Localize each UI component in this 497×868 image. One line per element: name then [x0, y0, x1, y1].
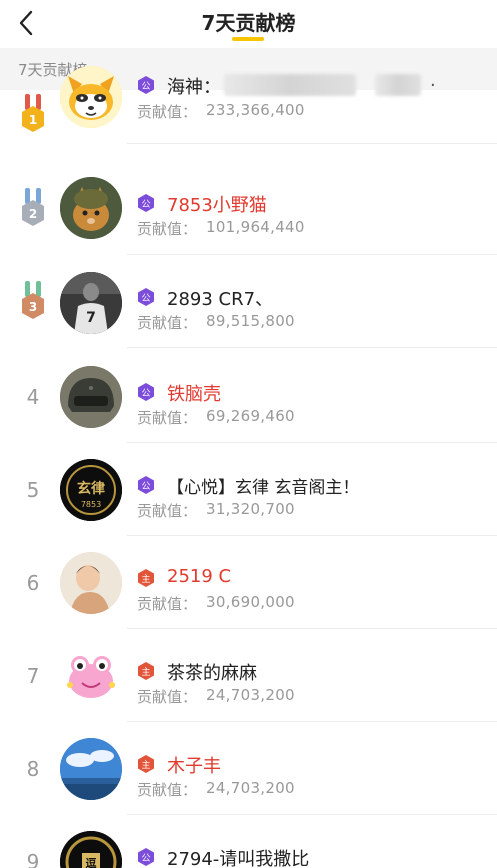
contribution-value: 30,690,000 [206, 593, 295, 611]
list-item[interactable]: 9 逗 公 2794-请叫我撒比 [0, 815, 497, 868]
svg-text:公: 公 [141, 199, 150, 210]
user-name: 2794-请叫我撒比 [167, 849, 310, 868]
logo-badge-icon: 逗 [60, 831, 122, 868]
contribution-value: 24,703,200 [206, 686, 295, 704]
blurred-name-part [224, 74, 356, 96]
rank-number: 8 [26, 756, 40, 781]
list-item[interactable]: 3 7 公 2893 CR7、 贡献值： 89,515,800 [0, 255, 497, 348]
svg-text:3: 3 [29, 300, 37, 314]
badge-gong-icon: 公 [137, 194, 155, 212]
svg-text:主: 主 [141, 573, 150, 585]
contribution-value: 101,964,440 [206, 218, 305, 236]
child-photo-icon [60, 552, 122, 614]
contribution-value: 233,366,400 [206, 101, 305, 119]
contribution-label: 贡献值： [137, 409, 198, 427]
user-name: 7853小野猫 [167, 195, 267, 216]
avatar[interactable] [60, 177, 122, 239]
contribution-value: 69,269,460 [206, 407, 295, 425]
svg-text:7853: 7853 [81, 500, 101, 509]
list-item[interactable]: 4 公 铁脑壳 贡献值： 69,269,460 [0, 350, 497, 443]
avatar[interactable] [60, 645, 122, 707]
divider [127, 143, 497, 144]
silver-medal-icon: 2 [22, 187, 44, 226]
svg-text:公: 公 [141, 481, 150, 492]
badge-zhu-icon: 主 [137, 755, 155, 773]
contribution-label: 贡献值： [137, 314, 198, 332]
user-name: 【心悦】玄律 玄音阁主！ [167, 478, 360, 498]
list-item[interactable]: 2 公 7853小野猫 贡献值： 101,964,440 [0, 162, 497, 255]
football-player-photo-icon: 7 [60, 272, 122, 334]
contribution-label: 贡献值： [137, 220, 198, 238]
rank-number: 9 [26, 849, 40, 868]
user-name: 2893 CR7、 [167, 289, 274, 310]
contribution-label: 贡献值： [137, 781, 198, 799]
raccoon-mascot-icon [60, 66, 122, 128]
user-name: 海神： [167, 77, 221, 98]
user-name: 木子丰 [167, 756, 221, 777]
user-name: 铁脑壳 [167, 384, 221, 405]
rank-number: 6 [26, 570, 40, 595]
list-item[interactable]: 5 玄律 7853 公 【心悦】玄律 玄音阁主！ 贡献值： 31,320,700 [0, 443, 497, 536]
page-title: 7天贡献榜 [201, 11, 296, 35]
gold-medal-icon: 1 [22, 93, 44, 132]
rank-number: 4 [26, 384, 40, 409]
list-item[interactable]: 1 公 海神： . 贡献值： 233,366,400 [0, 66, 497, 161]
name-dot: . [430, 70, 436, 91]
helmet-photo-icon [60, 366, 122, 428]
badge-gong-icon: 公 [137, 848, 155, 866]
svg-text:公: 公 [141, 81, 150, 92]
rank-medal: 2 [14, 162, 52, 255]
contribution-label: 贡献值： [137, 688, 198, 706]
pink-frog-cartoon-icon [60, 645, 122, 707]
badge-zhu-icon: 主 [137, 569, 155, 587]
user-name: 茶茶的麻麻 [167, 663, 257, 684]
badge-gong-icon: 公 [137, 476, 155, 494]
svg-text:7: 7 [86, 310, 96, 326]
contribution-value: 24,703,200 [206, 779, 295, 797]
badge-gong-icon: 公 [137, 76, 155, 94]
svg-text:主: 主 [141, 759, 150, 771]
avatar[interactable]: 7 [60, 272, 122, 334]
cat-photo-icon [60, 177, 122, 239]
rank-number: 5 [26, 477, 40, 502]
svg-text:公: 公 [141, 853, 150, 864]
badge-gong-icon: 公 [137, 383, 155, 401]
svg-text:公: 公 [141, 293, 150, 304]
svg-text:逗: 逗 [86, 856, 97, 868]
svg-text:公: 公 [141, 388, 150, 399]
rank-medal: 1 [14, 68, 52, 161]
contribution-label: 贡献值： [137, 595, 198, 613]
contribution-label: 贡献值： [137, 103, 198, 121]
list-item[interactable]: 6 主 2519 C 贡献值： 30,690,000 [0, 536, 497, 629]
contribution-label: 贡献值： [137, 502, 198, 520]
logo-badge-icon: 玄律 7853 [60, 459, 122, 521]
top-nav-bar: 7天贡献榜 [0, 0, 497, 47]
avatar[interactable]: 逗 [60, 831, 122, 868]
bronze-medal-icon: 3 [22, 280, 44, 319]
badge-zhu-icon: 主 [137, 662, 155, 680]
svg-text:玄律: 玄律 [77, 480, 105, 497]
avatar[interactable] [60, 552, 122, 614]
blurred-name-part [375, 74, 421, 96]
avatar[interactable]: 玄律 7853 [60, 459, 122, 521]
avatar[interactable] [60, 738, 122, 800]
svg-text:2: 2 [29, 207, 37, 221]
contribution-value: 89,515,800 [206, 312, 295, 330]
title-active-indicator [232, 37, 264, 41]
avatar[interactable] [60, 366, 122, 428]
user-name: 2519 C [167, 566, 232, 587]
svg-text:1: 1 [29, 113, 37, 127]
sky-landscape-photo-icon [60, 738, 122, 800]
contribution-value: 31,320,700 [206, 500, 295, 518]
divider [127, 347, 497, 348]
list-item[interactable]: 8 主 木子丰 贡献值： 24,703,200 [0, 722, 497, 815]
svg-text:主: 主 [141, 666, 150, 678]
badge-gong-icon: 公 [137, 288, 155, 306]
rank-medal: 3 [14, 255, 52, 348]
list-item[interactable]: 7 主 茶茶的麻麻 贡献值： 24,703,200 [0, 629, 497, 722]
avatar[interactable] [60, 66, 122, 128]
rank-number: 7 [26, 663, 40, 688]
